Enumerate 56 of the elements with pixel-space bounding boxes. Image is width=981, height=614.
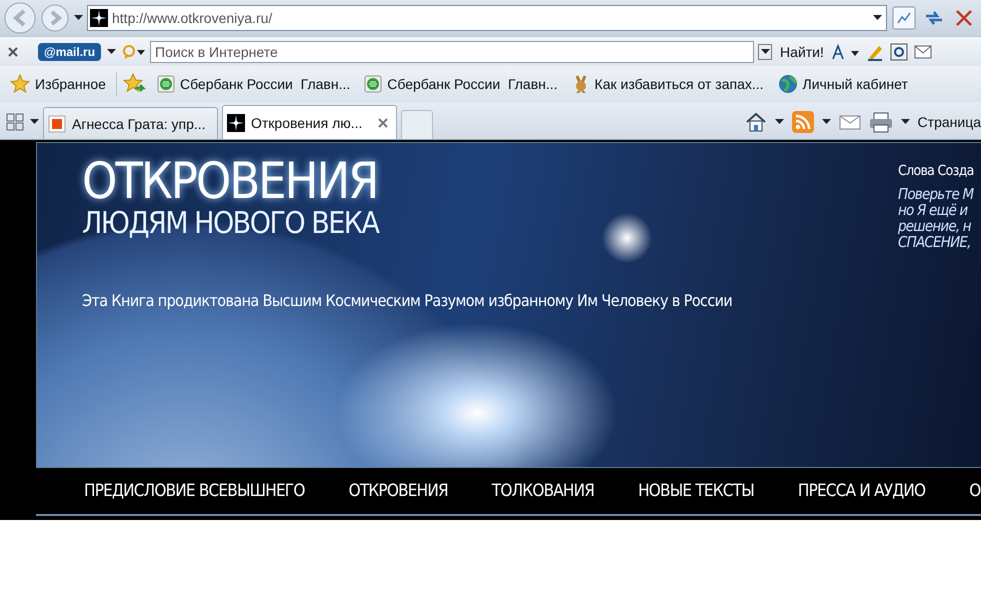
page-favicon-icon bbox=[48, 114, 66, 132]
browser-tab[interactable]: Агнесса Грата: упр... bbox=[43, 107, 218, 139]
favorite-link[interactable]: Как избавиться от запах... bbox=[568, 75, 768, 93]
bank-logo-icon bbox=[364, 75, 382, 93]
address-caret-icon[interactable] bbox=[873, 15, 882, 21]
feeds-caret-icon[interactable] bbox=[822, 119, 831, 125]
home-caret-icon[interactable] bbox=[774, 119, 784, 125]
tagline: Эта Книга продиктована Высшим Космическим Разумом избранному Им Человеку в России bbox=[82, 291, 732, 310]
tab-close-icon[interactable] bbox=[378, 118, 388, 128]
print-caret-icon[interactable] bbox=[900, 119, 910, 125]
tab-title: Откровения лю... bbox=[251, 114, 364, 130]
tab-title: Агнесса Грата: упр... bbox=[72, 116, 207, 132]
url-text: http://www.otkroveniya.ru/ bbox=[112, 10, 274, 26]
font-size-icon[interactable] bbox=[832, 42, 860, 60]
magnifier-icon[interactable] bbox=[890, 42, 908, 60]
globe-icon bbox=[778, 74, 798, 94]
search-icon bbox=[122, 44, 146, 60]
favorite-link[interactable]: Личный кабинет bbox=[774, 74, 912, 94]
quote-line: решение, н bbox=[898, 218, 971, 234]
quote-heading: Слова Созда bbox=[898, 163, 974, 179]
browser-tab[interactable]: Откровения лю... bbox=[222, 105, 397, 139]
nav-link[interactable]: НОВЫЕ ТЕКСТЫ bbox=[638, 481, 754, 501]
nav-link[interactable]: ПРЕССА И АУДИО bbox=[798, 481, 926, 501]
site-subtitle: ЛЮДЯМ НОВОГО ВЕКА bbox=[82, 207, 378, 241]
quote-line: СПАСЕНИЕ, bbox=[898, 234, 971, 250]
favorites-button[interactable]: Избранное bbox=[6, 74, 110, 94]
favorite-link[interactable]: Сбербанк России Главн... bbox=[152, 75, 354, 93]
add-favorite-icon[interactable] bbox=[122, 73, 147, 95]
print-icon[interactable] bbox=[868, 111, 893, 133]
search-field[interactable]: Поиск в Интернете bbox=[150, 40, 754, 62]
bank-logo-icon bbox=[156, 75, 175, 93]
nav-link[interactable]: О bbox=[969, 481, 981, 501]
tab-list-caret-icon[interactable] bbox=[30, 119, 39, 125]
star-icon bbox=[10, 74, 30, 94]
favorite-link[interactable]: Сбербанк России Главн... bbox=[360, 75, 562, 93]
home-icon[interactable] bbox=[744, 112, 767, 132]
quick-tabs-icon[interactable] bbox=[4, 111, 26, 133]
history-caret-icon[interactable] bbox=[74, 15, 83, 21]
nav-link[interactable]: ОТКРОВЕНИЯ bbox=[348, 481, 448, 501]
caret-icon[interactable] bbox=[107, 48, 116, 54]
star-favicon-icon bbox=[227, 114, 245, 132]
envelope-icon[interactable] bbox=[914, 44, 932, 58]
mail-logo[interactable]: @mail.ru bbox=[38, 42, 102, 60]
site-title: ОТКРОВЕНИЯ bbox=[82, 155, 378, 207]
page-menu[interactable]: Страница bbox=[918, 114, 981, 130]
quote-line: но Я ещё и bbox=[898, 202, 968, 218]
nav-link[interactable]: ПРЕДИСЛОВИЕ ВСЕВЫШНЕГО bbox=[84, 481, 305, 501]
close-icon[interactable] bbox=[8, 46, 18, 56]
address-field[interactable]: http://www.otkroveniya.ru/ bbox=[87, 5, 887, 31]
search-button[interactable]: Найти! bbox=[778, 44, 826, 60]
nav-link[interactable]: ТОЛКОВАНИЯ bbox=[492, 481, 594, 501]
mail-icon[interactable] bbox=[838, 114, 861, 130]
star-favicon-icon bbox=[90, 9, 108, 27]
dropdown-caret-icon[interactable] bbox=[760, 48, 770, 54]
quote-line: Поверьте М bbox=[898, 186, 974, 202]
compatibility-view-icon[interactable] bbox=[891, 5, 917, 31]
